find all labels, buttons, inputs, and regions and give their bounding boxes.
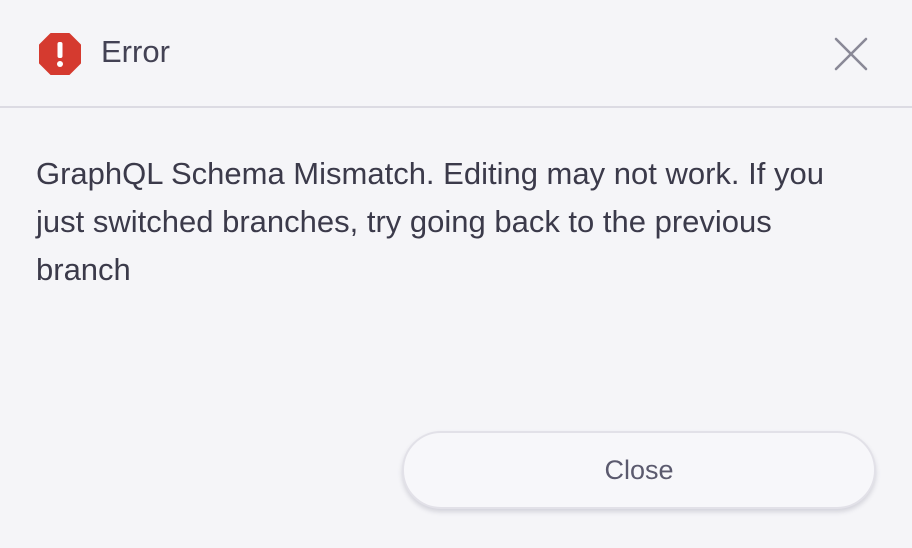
error-message: GraphQL Schema Mismatch. Editing may not… xyxy=(36,156,824,287)
error-dialog: Error GraphQL Schema Mismatch. Editing m… xyxy=(0,0,912,548)
close-button[interactable]: Close xyxy=(402,431,876,509)
close-icon[interactable] xyxy=(830,33,872,75)
dialog-title: Error xyxy=(101,34,170,69)
error-octagon-icon xyxy=(38,32,82,76)
dialog-header: Error xyxy=(0,0,912,108)
